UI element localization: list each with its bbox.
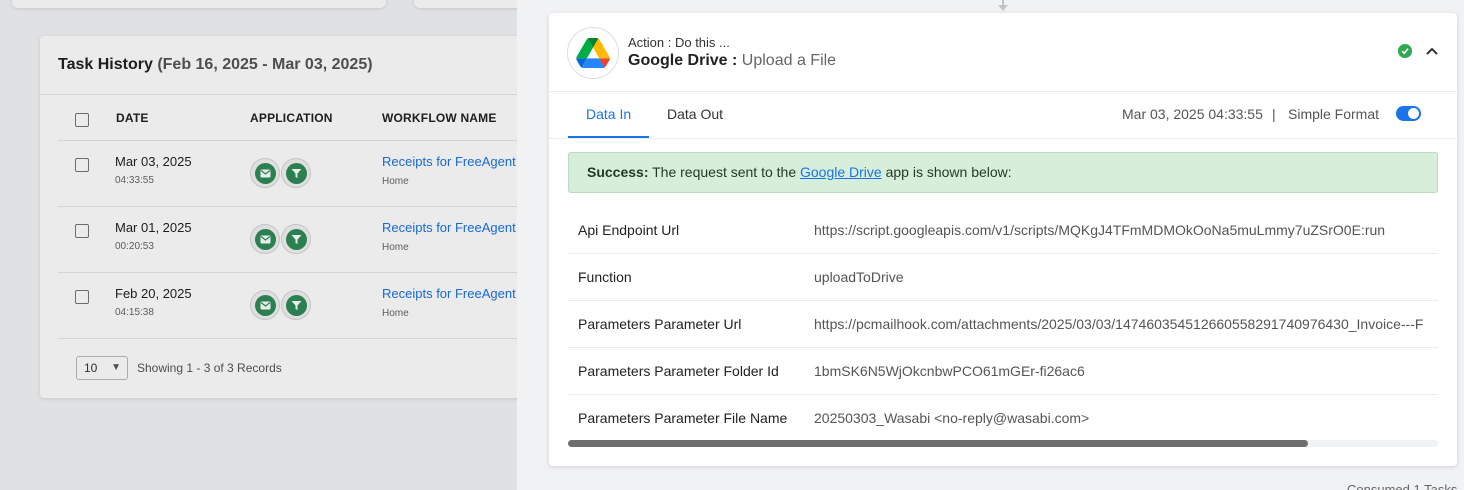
- field-value: 1bmSK6N5WjOkcnbwPCO61mGEr-fi26ac6: [814, 363, 1085, 379]
- task-detail-panel: Action : Do this ... Google Drive : Uplo…: [517, 0, 1464, 490]
- tasks-consumed-label: Consumed 1 Tasks: [1347, 482, 1458, 490]
- field-row-parameter-file-name: Parameters Parameter File Name 20250303_…: [568, 395, 1438, 442]
- alert-strong: Success:: [587, 164, 649, 180]
- field-key: Function: [578, 269, 632, 285]
- google-drive-icon: [567, 27, 619, 79]
- field-value: uploadToDrive: [814, 269, 904, 285]
- success-alert: Success: The request sent to the Google …: [568, 152, 1438, 193]
- field-row-parameter-folder-id: Parameters Parameter Folder Id 1bmSK6N5W…: [568, 348, 1438, 395]
- field-row-parameter-url: Parameters Parameter Url https://pcmailh…: [568, 301, 1438, 348]
- action-step-card: Action : Do this ... Google Drive : Uplo…: [549, 13, 1457, 466]
- simple-format-toggle[interactable]: [1396, 106, 1421, 121]
- field-key: Parameters Parameter Folder Id: [578, 363, 779, 379]
- separator: |: [1272, 106, 1276, 122]
- divider: [549, 138, 1457, 139]
- field-key: Parameters Parameter Url: [578, 316, 742, 332]
- action-app-name: Google Drive: [628, 52, 728, 69]
- toggle-knob: [1408, 108, 1419, 119]
- field-row-api-endpoint-url: Api Endpoint Url https://script.googleap…: [568, 207, 1438, 254]
- divider: [549, 91, 1457, 92]
- tab-data-in[interactable]: Data In: [586, 106, 631, 122]
- field-row-function: Function uploadToDrive: [568, 254, 1438, 301]
- field-value: 20250303_Wasabi <no-reply@wasabi.com>: [814, 410, 1090, 426]
- action-event-name: Upload a File: [741, 52, 837, 69]
- action-label: Action : Do this ...: [628, 35, 730, 50]
- execution-timestamp: Mar 03, 2025 04:33:55: [1122, 106, 1263, 122]
- field-key: Api Endpoint Url: [578, 222, 680, 238]
- field-key: Parameters Parameter File Name: [578, 410, 788, 426]
- action-title: Google Drive : Upload a File: [628, 52, 836, 70]
- simple-format-label: Simple Format: [1288, 106, 1380, 122]
- action-separator: :: [727, 52, 742, 69]
- scrollbar-thumb[interactable]: [568, 440, 1308, 447]
- alert-text: The request sent to the: [648, 164, 800, 180]
- field-value: https://pcmailhook.com/attachments/2025/…: [814, 316, 1424, 332]
- google-drive-link[interactable]: Google Drive: [800, 164, 882, 180]
- field-value: https://script.googleapis.com/v1/scripts…: [814, 222, 1386, 238]
- arrow-down-icon: [998, 0, 1008, 11]
- horizontal-scrollbar[interactable]: [568, 440, 1438, 447]
- alert-text-end: app is shown below:: [881, 164, 1012, 180]
- success-check-icon: [1398, 44, 1412, 58]
- chevron-up-icon[interactable]: [1424, 43, 1440, 59]
- tab-data-out[interactable]: Data Out: [667, 106, 723, 122]
